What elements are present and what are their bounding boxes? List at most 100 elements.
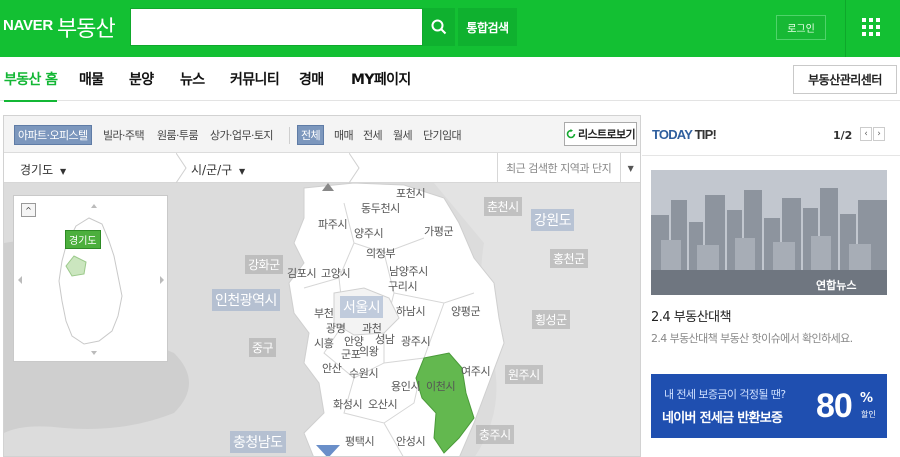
filter-oneroom[interactable]: 원룸·투룸 (157, 125, 199, 145)
city-label-selected[interactable]: 이천시 (426, 378, 456, 394)
city-label[interactable]: 군포 (341, 346, 361, 362)
city-label[interactable]: 오산시 (368, 396, 398, 412)
breadcrumb-arrow-icon (349, 153, 360, 183)
login-button[interactable]: 로그인 (776, 15, 826, 40)
city-label[interactable]: 시흥 (314, 335, 334, 351)
nav-item-news[interactable]: 뉴스 (180, 69, 205, 89)
city-label[interactable]: 의정부 (366, 245, 396, 261)
city-label[interactable]: 수원시 (349, 365, 379, 381)
recent-dropdown-button[interactable]: ▼ (620, 153, 640, 183)
filter-apartment[interactable]: 아파트·오피스텔 (14, 125, 92, 145)
filter-divider (289, 127, 290, 144)
city-label[interactable]: 광주시 (401, 333, 431, 349)
tip-headline[interactable]: 2.4 부동산대책 (651, 306, 732, 325)
map-panel: 아파트·오피스텔 빌라·주택 원룸·투룸 상가·업무·토지 전체 매매 전세 월… (3, 115, 641, 457)
city-label[interactable]: 양평군 (451, 303, 481, 319)
image-credit: 연합뉴스 (816, 279, 857, 292)
region-label[interactable]: 춘천시 (484, 197, 522, 216)
region-label[interactable]: 강원도 (531, 209, 575, 231)
total-search-button[interactable]: 통합검색 (458, 8, 517, 46)
city-label[interactable]: 안산 (322, 360, 342, 376)
region-label[interactable]: 홍천군 (550, 249, 588, 268)
tip-divider (642, 155, 900, 156)
search-icon (431, 19, 447, 35)
province-label: 경기도 (20, 163, 54, 177)
map-canvas[interactable]: ^ 경기도 포천시 동두천시 파주시 양주시 가평군 의정부 남양주시 구리시 … (4, 183, 640, 456)
filter-trade-sale[interactable]: 매매 (334, 125, 354, 145)
header-divider (845, 0, 846, 57)
dropdown-icon: ▼ (59, 167, 67, 176)
nav-item-auction[interactable]: 경매 (299, 69, 324, 89)
top-header: NAVER 부동산 통합검색 로그인 (0, 0, 900, 57)
city-label[interactable]: 여주시 (461, 363, 491, 379)
region-label[interactable]: 강화군 (245, 255, 283, 274)
recent-search-select[interactable]: 최근 검색한 지역과 단지 ▼ (497, 153, 640, 183)
region-label[interactable]: 중구 (249, 338, 277, 357)
region-label[interactable]: 원주시 (505, 365, 543, 384)
service-logo[interactable]: 부동산 (57, 11, 116, 43)
nav-item-community[interactable]: 커뮤니티 (230, 69, 280, 89)
korea-outline-map (18, 204, 164, 355)
region-label[interactable]: 서울시 (340, 296, 384, 318)
list-view-label: 리스트로보기 (577, 128, 636, 141)
tip-title-prefix: TODAY (652, 127, 693, 142)
naver-logo[interactable]: NAVER (3, 17, 53, 34)
city-label[interactable]: 가평군 (424, 223, 454, 239)
province-select[interactable]: 경기도 ▼ (20, 161, 66, 178)
city-label[interactable]: 김포시 (287, 265, 317, 281)
refresh-icon (566, 129, 576, 139)
search-input[interactable] (131, 9, 422, 45)
tip-title-suffix: TIP! (694, 127, 717, 142)
city-label[interactable]: 고양시 (321, 265, 351, 281)
nav-item-home[interactable]: 부동산 홈 (4, 69, 58, 102)
grid-icon[interactable] (862, 18, 880, 36)
city-label[interactable]: 안성시 (396, 433, 426, 449)
tip-prev-button[interactable]: ‹ (860, 127, 872, 141)
banner-percent-sign: % (860, 391, 874, 406)
nav-item-listings[interactable]: 매물 (79, 69, 104, 89)
filter-trade-all[interactable]: 전체 (297, 125, 325, 145)
filter-villa[interactable]: 빌라·주택 (103, 125, 145, 145)
district-select[interactable]: 시/군/구 ▼ (191, 161, 245, 178)
tip-page-indicator: 1/2 (833, 129, 853, 142)
filter-commercial[interactable]: 상가·업무·토지 (210, 125, 274, 145)
today-tip-panel: TODAY TIP! 1/2 ‹ › 연합뉴스 2.4 부동산대책 2.4 부동… (642, 115, 900, 457)
city-label[interactable]: 구리시 (388, 278, 418, 294)
jeonse-guarantee-banner[interactable]: 내 전세 보증금이 걱정될 땐? 네이버 전세금 반환보증 80 % 할인 (651, 374, 887, 438)
tip-title: TODAY TIP! (652, 127, 717, 142)
region-label[interactable]: 충주시 (476, 425, 514, 444)
minimap[interactable]: ^ 경기도 (13, 195, 168, 362)
nav-item-presale[interactable]: 분양 (129, 69, 154, 89)
city-label[interactable]: 평택시 (345, 433, 375, 449)
management-center-button[interactable]: 부동산관리센터 (793, 65, 897, 94)
search-button[interactable] (423, 8, 455, 46)
region-label[interactable]: 충청남도 (230, 431, 286, 453)
location-bar: 경기도 ▼ 시/군/구 ▼ 최근 검색한 지역과 단지 ▼ (4, 153, 640, 183)
city-label[interactable]: 의왕 (359, 343, 379, 359)
city-label[interactable]: 화성시 (333, 396, 363, 412)
district-label: 시/군/구 (191, 163, 233, 177)
list-view-button[interactable]: 리스트로보기 (564, 122, 637, 146)
region-label[interactable]: 인천광역시 (212, 289, 280, 311)
filter-trade-monthly[interactable]: 월세 (393, 125, 413, 145)
city-label[interactable]: 파주시 (318, 216, 348, 232)
city-label[interactable]: 하남시 (396, 303, 426, 319)
filter-bar: 아파트·오피스텔 빌라·주택 원룸·투룸 상가·업무·토지 전체 매매 전세 월… (4, 116, 640, 153)
filter-trade-jeonse[interactable]: 전세 (363, 125, 383, 145)
tip-news-image[interactable]: 연합뉴스 (651, 170, 887, 295)
city-label[interactable]: 광명 (326, 320, 346, 336)
tip-subtitle[interactable]: 2.4 부동산대책 부동산 핫이슈에서 확인하세요. (651, 330, 853, 346)
tip-next-button[interactable]: › (873, 127, 885, 141)
banner-line1: 내 전세 보증금이 걱정될 땐? (664, 388, 786, 401)
region-label[interactable]: 횡성군 (532, 310, 570, 329)
city-label[interactable]: 포천시 (396, 185, 426, 201)
city-label[interactable]: 용인시 (391, 378, 421, 394)
filter-trade-short[interactable]: 단기임대 (423, 125, 462, 145)
city-label[interactable]: 동두천시 (361, 200, 400, 216)
banner-line2: 네이버 전세금 반환보증 (662, 411, 783, 426)
dropdown-icon: ▼ (239, 167, 246, 176)
city-label[interactable]: 양주시 (354, 225, 384, 241)
city-label[interactable]: 부천 (314, 305, 334, 321)
city-label[interactable]: 남양주시 (389, 263, 428, 279)
nav-item-mypage[interactable]: MY페이지 (351, 69, 411, 89)
